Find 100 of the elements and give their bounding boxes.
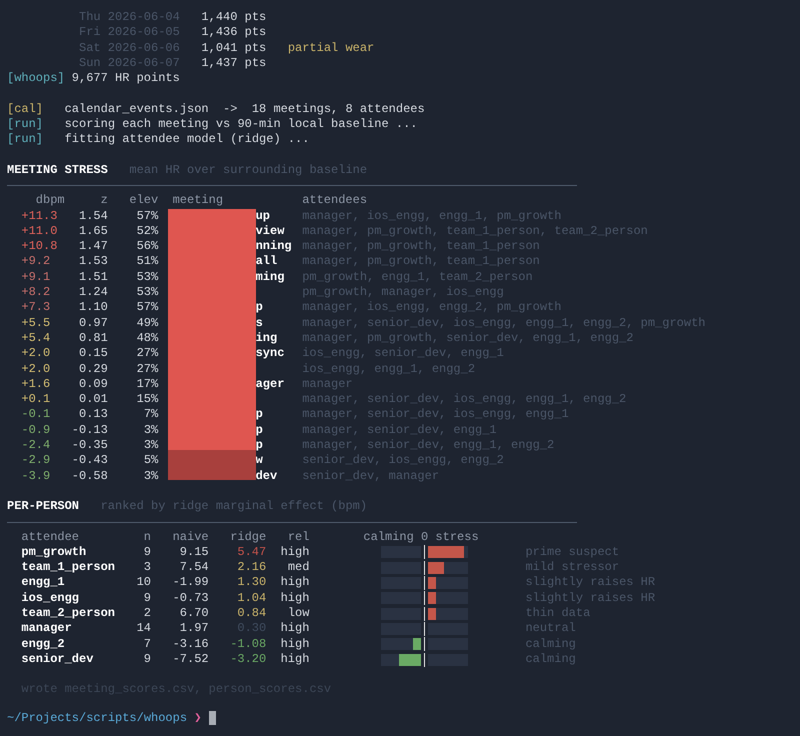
rel-cell-text: high xyxy=(280,544,310,560)
naive-cell-text: -3.16 xyxy=(172,636,209,652)
n-cell-text: 9 xyxy=(142,590,151,606)
elev-cell-text: 53% xyxy=(136,270,158,286)
z-cell-text: 0.13 xyxy=(78,407,108,423)
naive-cell-text: -7.52 xyxy=(172,652,209,668)
meeting-cell: s xyxy=(256,316,263,330)
dbpm-cell-text: -3.9 xyxy=(20,468,52,484)
z-cell-text: 1.54 xyxy=(78,208,108,224)
attendees-cell: manager, pm_growth, team_1_person xyxy=(302,254,540,270)
prompt-symbol: ❯ xyxy=(194,710,202,726)
points-text: 1,041 pts xyxy=(201,40,266,56)
dbpm-cell-text: +0.1 xyxy=(20,392,52,408)
dbpm-cell-text: -2.4 xyxy=(20,438,52,454)
z-cell-text: 0.29 xyxy=(78,362,108,377)
dbpm-cell-text: -0.9 xyxy=(20,422,52,438)
comment-text: calming xyxy=(525,636,576,652)
z-cell-text: 1.65 xyxy=(78,224,108,240)
dbpm-cell-text: -2.9 xyxy=(20,453,52,469)
points-text: 1,436 pts xyxy=(201,25,266,41)
z-cell-text: 1.24 xyxy=(78,285,108,300)
points-text: 1,440 pts xyxy=(201,10,266,26)
elev-cell-text: 3% xyxy=(142,438,158,454)
cursor-icon xyxy=(208,711,216,726)
attendee-cell-text: senior_dev xyxy=(21,652,94,668)
dbpm-cell-text: +8.2 xyxy=(20,285,52,300)
dbpm-cell-text: +2.0 xyxy=(20,362,52,377)
column-header: naive xyxy=(172,530,209,545)
n-cell-text: 3 xyxy=(142,560,151,576)
ridge-cell-text: 0.84 xyxy=(236,606,266,622)
comment-text: slightly raises HR xyxy=(525,575,656,591)
meeting-cell: ming xyxy=(256,270,284,284)
dbpm-cell-text: -0.1 xyxy=(20,407,52,423)
z-cell-text: -0.35 xyxy=(70,438,108,454)
ridge-cell-text: 1.30 xyxy=(236,575,266,591)
attendee-cell-text: engg_2 xyxy=(21,636,66,652)
rel-cell-text: high xyxy=(280,652,310,668)
elev-cell-text: 48% xyxy=(136,330,158,346)
elev-cell-text: 5% xyxy=(142,453,158,469)
n-cell-text: 10 xyxy=(136,575,151,591)
ridge-cell-text: -1.08 xyxy=(229,636,266,652)
elev-cell-text: 3% xyxy=(142,422,158,438)
meeting-cell: up xyxy=(256,208,270,223)
column-header: dbpm xyxy=(34,193,65,209)
n-cell-text: 9 xyxy=(142,652,151,668)
z-cell-text: 1.10 xyxy=(78,300,108,316)
attendees-cell: manager xyxy=(302,376,353,392)
attendees-cell: pm_growth, engg_1, team_2_person xyxy=(302,270,533,286)
attendees-cell: manager, senior_dev, engg_1, engg_2 xyxy=(302,438,554,454)
n-cell-text: 2 xyxy=(142,606,151,622)
attendees-cell: senior_dev, manager xyxy=(302,468,440,484)
naive-cell-text: -0.73 xyxy=(172,590,209,606)
naive-cell-text: 9.15 xyxy=(178,544,209,560)
dbpm-cell-text: +5.4 xyxy=(20,330,52,346)
log-text: scoring each meeting vs 90-min local baseline ... xyxy=(64,117,418,132)
column-header: rel xyxy=(286,530,310,545)
dbpm-cell-text: +2.0 xyxy=(20,346,52,362)
dbpm-cell-text: +10.8 xyxy=(20,239,58,254)
ridge-cell-text: 5.47 xyxy=(236,544,266,560)
column-header: n xyxy=(142,530,151,545)
attendees-cell: manager, senior_dev, ios_engg, engg_1, engg_2 xyxy=(302,392,626,408)
n-cell-text: 7 xyxy=(142,636,151,652)
column-header: ridge xyxy=(229,530,266,545)
meeting-cell: p xyxy=(256,422,263,437)
comment-text: thin data xyxy=(525,606,590,622)
rel-cell-text: high xyxy=(280,590,310,606)
rel-cell-text: high xyxy=(280,636,310,652)
attendees-cell: manager, senior_dev, ios_engg, engg_1 xyxy=(302,407,569,423)
column-header: calming 0 stress xyxy=(363,530,479,545)
meeting-cell: ing xyxy=(256,330,278,345)
attendee-cell-text: team_2_person xyxy=(21,606,116,622)
z-cell-text: 0.81 xyxy=(78,330,108,346)
meeting-cell: sync xyxy=(256,346,284,360)
elev-cell-text: 56% xyxy=(136,239,158,254)
section-subtitle: ranked by ridge marginal effect (bpm) xyxy=(100,499,368,514)
naive-cell-text: -1.99 xyxy=(172,575,209,591)
dbpm-cell-text: +9.2 xyxy=(20,254,52,270)
section-subtitle: mean HR over surrounding baseline xyxy=(129,162,368,178)
meeting-cell: w xyxy=(256,453,263,468)
elev-cell-text: 49% xyxy=(136,316,158,331)
section-title: MEETING STRESS xyxy=(7,162,108,178)
meeting-cell: p xyxy=(256,407,263,422)
meeting-cell: ager xyxy=(256,376,284,391)
meeting-cell: p xyxy=(256,438,263,452)
date-text: Sat 2026-06-06 xyxy=(79,40,180,56)
comment-text: slightly raises HR xyxy=(525,590,656,606)
z-cell-text: -0.43 xyxy=(70,453,108,469)
comment-text: neutral xyxy=(525,621,576,637)
attendees-cell: manager, ios_engg, engg_2, pm_growth xyxy=(302,300,562,316)
z-cell-text: 1.47 xyxy=(78,239,108,254)
z-cell-text: 0.97 xyxy=(78,316,108,331)
column-header: attendees xyxy=(302,193,368,209)
naive-cell-text: 6.70 xyxy=(178,606,209,622)
elev-cell-text: 57% xyxy=(136,208,158,224)
n-cell-text: 14 xyxy=(136,621,151,637)
z-cell-text: 0.15 xyxy=(78,346,108,362)
attendee-cell-text: pm_growth xyxy=(21,544,88,560)
dbpm-cell-text: +9.1 xyxy=(20,270,52,286)
log-tag: [whoops] xyxy=(7,71,65,86)
z-cell-text: 0.09 xyxy=(78,376,108,392)
